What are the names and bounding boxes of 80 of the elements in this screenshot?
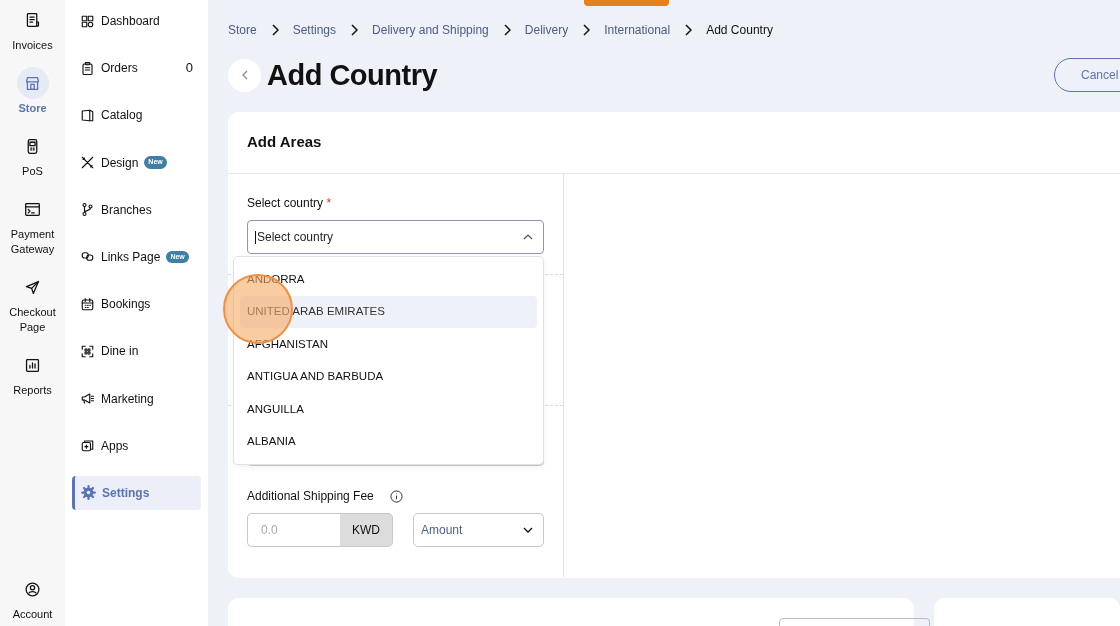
country-option[interactable]: ANTIGUA AND BARBUDA bbox=[240, 360, 537, 393]
chevron-right-icon bbox=[582, 24, 591, 36]
rail-nav-item[interactable]: PoS bbox=[16, 130, 49, 179]
sidebar-label: Branches bbox=[101, 201, 152, 219]
field-label: Select country * bbox=[247, 195, 333, 212]
sidebar-item[interactable]: Branches bbox=[72, 192, 201, 227]
country-option[interactable]: AFGHANISTAN bbox=[240, 328, 537, 361]
chevron-up-icon bbox=[523, 234, 533, 240]
breadcrumb-current: Add Country bbox=[706, 22, 773, 39]
rail-label: Store bbox=[18, 101, 47, 116]
sidebar-label: Bookings bbox=[101, 296, 151, 314]
order-count: 0 bbox=[185, 59, 193, 78]
country-option[interactable]: UNITED ARAB EMIRATES bbox=[240, 295, 537, 328]
chevron-right-icon bbox=[684, 24, 693, 36]
card-title: Add Areas bbox=[228, 112, 1120, 174]
chevron-down-icon bbox=[523, 527, 533, 533]
sidebar-item[interactable]: Apps bbox=[72, 428, 201, 463]
country-select[interactable]: Select country bbox=[247, 220, 544, 254]
country-option[interactable]: ANGUILLA bbox=[240, 393, 537, 426]
chevron-right-icon bbox=[350, 24, 359, 36]
breadcrumb-link[interactable]: Delivery bbox=[524, 21, 569, 39]
chevron-left-icon bbox=[240, 70, 249, 80]
settings-icon bbox=[81, 485, 96, 501]
required-mark: * bbox=[326, 196, 332, 210]
rail-nav-item[interactable]: Reports bbox=[13, 349, 52, 398]
chevron-right-icon bbox=[270, 24, 279, 36]
store-icon bbox=[24, 74, 41, 92]
sidebar-item[interactable]: Marketing bbox=[72, 381, 201, 416]
ruler-pencil-icon bbox=[80, 155, 95, 171]
account-button[interactable]: Account bbox=[12, 573, 53, 622]
info-icon[interactable] bbox=[389, 489, 403, 503]
rail-label: Account bbox=[12, 607, 53, 622]
clipboard-icon bbox=[80, 60, 95, 76]
apps-icon bbox=[80, 438, 95, 454]
rail-label: PoS bbox=[22, 164, 43, 179]
sidebar-label: Settings bbox=[102, 484, 150, 502]
rail-nav-item[interactable]: Invoices bbox=[12, 4, 53, 53]
select-placeholder: Select country bbox=[257, 229, 335, 246]
sidebar-item[interactable]: Settings bbox=[72, 475, 201, 510]
sidebar-label: Orders bbox=[101, 60, 138, 78]
page-title: Add Country bbox=[267, 57, 438, 93]
document-icon bbox=[24, 11, 41, 29]
country-option[interactable]: ALBANIA bbox=[240, 425, 537, 458]
fee-type-select[interactable]: Amount bbox=[413, 513, 544, 547]
sidebar-item[interactable]: Bookings bbox=[72, 287, 201, 322]
megaphone-icon bbox=[80, 391, 95, 406]
paper-plane-icon bbox=[24, 278, 41, 296]
bar-chart-icon bbox=[24, 356, 41, 374]
sidebar-label: Marketing bbox=[101, 390, 154, 408]
sidebar-label: Dashboard bbox=[101, 13, 160, 30]
field-label: Additional Shipping Fee bbox=[247, 488, 374, 505]
sidebar-label: Dine in bbox=[101, 343, 139, 361]
calendar-icon bbox=[80, 296, 95, 312]
rail-label: Checkout Page bbox=[9, 305, 56, 335]
book-icon bbox=[80, 107, 95, 123]
rail-label: Payment Gateway bbox=[10, 227, 55, 257]
sidebar-label: Apps bbox=[101, 437, 129, 455]
rail-nav-item[interactable]: Checkout Page bbox=[9, 271, 56, 335]
breadcrumb-link[interactable]: Settings bbox=[292, 21, 337, 39]
terminal-icon bbox=[24, 200, 41, 218]
sidebar-item[interactable]: Dine in bbox=[72, 334, 201, 369]
breadcrumb-link[interactable]: Store bbox=[228, 21, 257, 39]
sidebar-label: Links Page bbox=[101, 248, 161, 266]
sidebar-label: Catalog bbox=[101, 107, 143, 125]
breadcrumb-link[interactable]: Delivery and Shipping bbox=[372, 21, 489, 39]
sidebar-item[interactable]: Orders 0 bbox=[72, 51, 201, 86]
back-button[interactable] bbox=[228, 58, 261, 92]
grid-icon bbox=[80, 13, 95, 29]
rail-label: Reports bbox=[13, 383, 52, 398]
user-circle-icon bbox=[24, 580, 41, 598]
branch-icon bbox=[80, 202, 95, 218]
breadcrumb-link[interactable]: International bbox=[604, 21, 671, 39]
cancel-button[interactable]: Cancel bbox=[1054, 58, 1120, 92]
rail-nav-item[interactable]: Payment Gateway bbox=[10, 193, 55, 257]
scan-icon bbox=[80, 343, 95, 359]
sidebar-label: Design bbox=[101, 154, 139, 172]
rail-label: Invoices bbox=[12, 38, 53, 53]
chevron-right-icon bbox=[502, 24, 511, 36]
sidebar-item[interactable]: Catalog bbox=[72, 98, 201, 133]
sidebar-item[interactable]: Dashboard bbox=[72, 4, 201, 38]
